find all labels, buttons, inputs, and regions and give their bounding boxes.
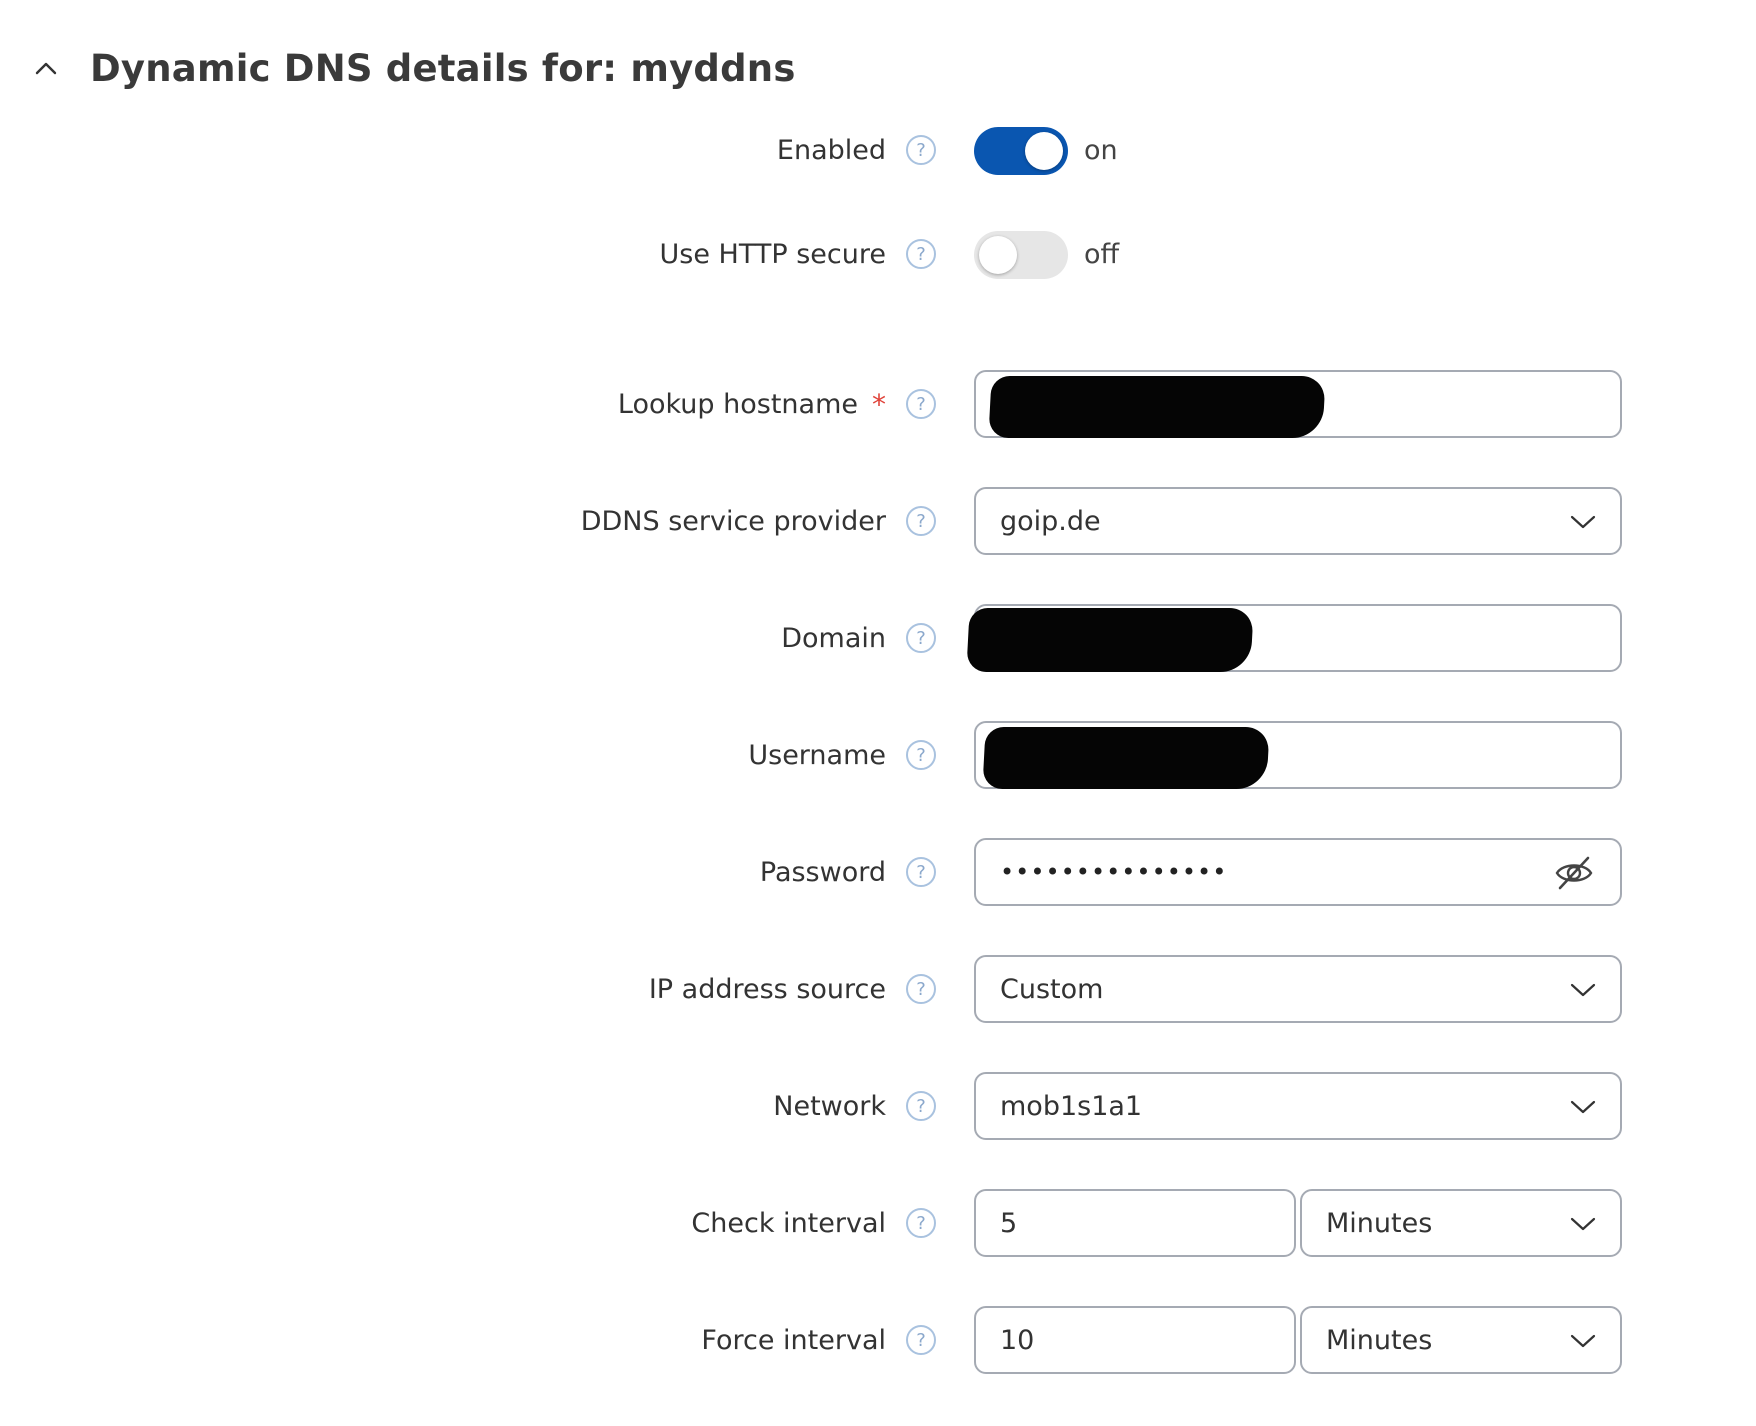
field-ip-source: IP address source ? Custom: [0, 955, 1756, 1023]
label-wrap: DDNS service provider: [581, 487, 886, 555]
question-circle-icon[interactable]: ?: [906, 1208, 936, 1238]
field-provider: DDNS service provider ? goip.de: [0, 487, 1756, 555]
label-wrap: Username: [748, 721, 886, 789]
lookup-hostname-label: Lookup hostname: [617, 388, 858, 420]
chevron-down-icon: [1570, 1334, 1596, 1348]
toggle-knob: [1025, 132, 1063, 170]
password-label: Password: [759, 856, 886, 888]
enabled-state-text: on: [1084, 134, 1118, 166]
chevron-up-icon[interactable]: [34, 56, 58, 80]
field-network: Network ? mob1s1a1: [0, 1072, 1756, 1140]
domain-label: Domain: [781, 622, 886, 654]
enabled-label: Enabled: [776, 134, 886, 166]
label-wrap: Network: [773, 1072, 886, 1140]
redaction-mark: [966, 608, 1254, 672]
network-value: mob1s1a1: [1000, 1090, 1143, 1122]
label-wrap: Enabled: [777, 116, 886, 184]
username-label: Username: [748, 739, 886, 771]
chevron-down-icon: [1570, 1100, 1596, 1114]
force-interval-unit-select[interactable]: Minutes: [1300, 1306, 1622, 1374]
password-input[interactable]: •••••••••••••••: [974, 838, 1622, 906]
field-domain: Domain ?: [0, 604, 1756, 672]
field-check-interval: Check interval ? 5 Minutes: [0, 1189, 1756, 1257]
ip-source-value: Custom: [1000, 973, 1104, 1005]
question-circle-icon[interactable]: ?: [906, 740, 936, 770]
label-wrap: Domain: [781, 604, 886, 672]
question-circle-icon[interactable]: ?: [906, 857, 936, 887]
enabled-toggle[interactable]: [974, 127, 1068, 175]
field-force-interval: Force interval ? 10 Minutes: [0, 1306, 1756, 1374]
eye-slash-icon[interactable]: [1554, 854, 1594, 892]
check-interval-label: Check interval: [691, 1207, 886, 1239]
provider-value: goip.de: [1000, 505, 1101, 537]
redaction-mark: [982, 727, 1270, 789]
question-circle-icon[interactable]: ?: [906, 506, 936, 536]
label-wrap: Check interval: [691, 1189, 886, 1257]
field-enabled: Enabled ? on: [0, 116, 1756, 184]
chevron-down-icon: [1570, 515, 1596, 529]
password-value: •••••••••••••••: [1000, 858, 1228, 886]
ip-source-label: IP address source: [648, 973, 886, 1005]
question-circle-icon[interactable]: ?: [906, 623, 936, 653]
network-label: Network: [773, 1090, 886, 1122]
redaction-mark: [988, 376, 1326, 438]
force-interval-input[interactable]: 10: [974, 1306, 1296, 1374]
check-interval-unit-value: Minutes: [1326, 1207, 1433, 1239]
toggle-knob: [979, 236, 1017, 274]
label-wrap: IP address source: [649, 955, 886, 1023]
check-interval-input[interactable]: 5: [974, 1189, 1296, 1257]
field-https: Use HTTP secure ? off: [0, 220, 1756, 288]
question-circle-icon[interactable]: ?: [906, 135, 936, 165]
question-circle-icon[interactable]: ?: [906, 239, 936, 269]
provider-select[interactable]: goip.de: [974, 487, 1622, 555]
field-lookup-hostname: Lookup hostname * ?: [0, 370, 1756, 438]
https-label: Use HTTP secure: [659, 238, 886, 270]
label-wrap: Use HTTP secure: [660, 220, 886, 288]
provider-label: DDNS service provider: [580, 505, 886, 537]
question-circle-icon[interactable]: ?: [906, 1325, 936, 1355]
network-select[interactable]: mob1s1a1: [974, 1072, 1622, 1140]
chevron-down-icon: [1570, 1217, 1596, 1231]
force-interval-label: Force interval: [701, 1324, 886, 1356]
https-state-text: off: [1084, 238, 1120, 270]
chevron-down-icon: [1570, 983, 1596, 997]
field-password: Password ? •••••••••••••••: [0, 838, 1756, 906]
question-circle-icon[interactable]: ?: [906, 974, 936, 1004]
section-header[interactable]: Dynamic DNS details for: myddns: [34, 38, 796, 98]
required-marker: *: [872, 387, 886, 421]
label-wrap: Lookup hostname *: [618, 370, 886, 438]
label-wrap: Force interval: [701, 1306, 886, 1374]
field-username: Username ?: [0, 721, 1756, 789]
question-circle-icon[interactable]: ?: [906, 389, 936, 419]
force-interval-unit-value: Minutes: [1326, 1324, 1433, 1356]
ip-source-select[interactable]: Custom: [974, 955, 1622, 1023]
question-circle-icon[interactable]: ?: [906, 1091, 936, 1121]
https-toggle[interactable]: [974, 231, 1068, 279]
section-title: Dynamic DNS details for: myddns: [90, 46, 796, 90]
label-wrap: Password: [760, 838, 886, 906]
check-interval-unit-select[interactable]: Minutes: [1300, 1189, 1622, 1257]
